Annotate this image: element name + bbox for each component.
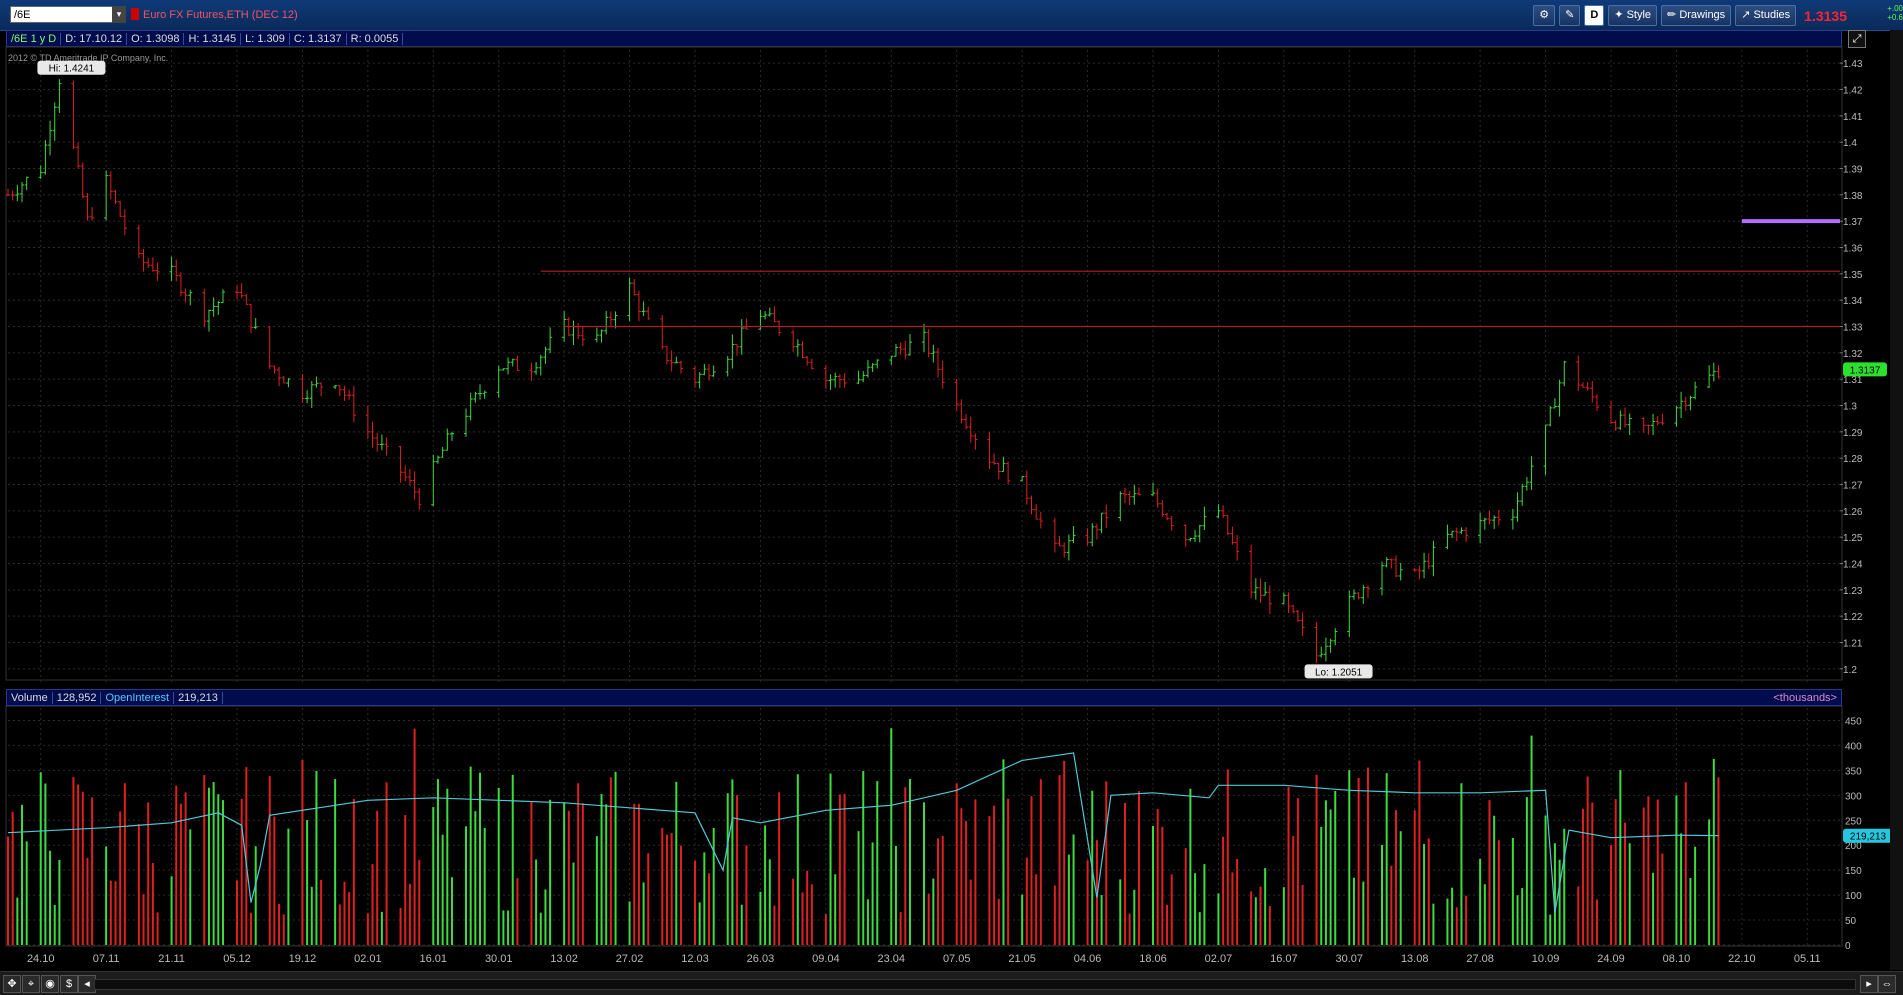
price-tick-label: 1.24 [1843,560,1863,571]
volume-value: 128,952 [53,691,102,704]
low-label: Lo: 1.2051 [1304,664,1373,679]
price-tick-label: 1.39 [1843,165,1863,176]
current-oi-label-text: 219,213 [1850,832,1887,843]
volume-tick-label: 0 [1845,941,1851,952]
price-tick-label: 1.3 [1843,402,1857,413]
x-tick-label: 30.01 [485,953,513,965]
price-tick-label: 1.33 [1843,323,1863,334]
x-tick-label: 21.05 [1008,953,1036,965]
price-tick-label: 1.43 [1843,59,1863,70]
price-tick-label: 1.22 [1843,612,1863,623]
price-tick-label: 1.23 [1843,586,1863,597]
current-oi-label: 219,213 [1843,828,1890,843]
volume-tick-label: 450 [1845,716,1862,727]
price-tick-label: 1.32 [1843,349,1863,360]
x-tick-label: 27.02 [616,953,644,965]
price-tick-label: 1.21 [1843,639,1863,650]
x-tick-label: 16.01 [420,953,448,965]
x-tick-label: 27.08 [1466,953,1494,965]
right-edge-panel [1890,30,1903,970]
price-tick-label: 1.34 [1843,296,1863,307]
price-tick-label: 1.31 [1843,375,1863,386]
pan-icon[interactable]: ✥ [3,975,21,993]
price-tick-label: 1.26 [1843,507,1863,518]
volume-tick-label: 350 [1845,766,1862,777]
x-tick-label: 02.01 [354,953,382,965]
x-tick-label: 02.07 [1205,953,1233,965]
volume-tick-label: 150 [1845,866,1862,877]
price-tick-label: 1.42 [1843,86,1863,97]
current-price-label-text: 1.3137 [1850,365,1881,376]
price-tick-label: 1.25 [1843,533,1863,544]
price-tick-label: 1.29 [1843,428,1863,439]
open-interest-value: 219,213 [174,691,223,704]
open-interest-label[interactable]: OpenInterest [101,691,175,704]
volume-tick-label: 300 [1845,791,1862,802]
price-tick-label: 1.37 [1843,217,1863,228]
x-tick-label: 05.12 [223,953,251,965]
high-label-text: Hi: 1.4241 [49,64,95,75]
price-tick-label: 1.35 [1843,270,1863,281]
x-tick-label: 19.12 [289,953,317,965]
price-tick-label: 1.41 [1843,112,1863,123]
volume-tick-label: 250 [1845,816,1862,827]
x-tick-label: 18.06 [1139,953,1167,965]
x-tick-label: 30.07 [1336,953,1364,965]
current-price-label: 1.3137 [1843,362,1887,377]
x-tick-label: 12.03 [681,953,709,965]
volume-tick-label: 100 [1845,891,1862,902]
low-label-text: Lo: 1.2051 [1315,667,1363,678]
x-tick-label: 23.04 [878,953,906,965]
high-label: Hi: 1.4241 [37,60,106,75]
volume-label[interactable]: Volume [7,691,53,704]
x-tick-label: 21.11 [158,953,185,965]
x-tick-label: 13.02 [550,953,578,965]
x-tick-label: 16.07 [1270,953,1298,965]
x-tick-label: 09.04 [812,953,840,965]
x-tick-label: 08.10 [1663,953,1691,965]
price-tick-label: 1.28 [1843,454,1863,465]
volume-info-bar: Volume 128,952 OpenInterest 219,213 <tho… [6,689,1842,706]
bottom-toolbar: ✥ ⌖ ◉ $ ◂ ▸ ⇔ [0,971,1903,995]
scroll-right-icon[interactable]: ▸ [1860,975,1878,993]
price-tick-label: 1.4 [1843,138,1857,149]
x-tick-label: 26.03 [747,953,775,965]
price-tick-label: 1.27 [1843,481,1863,492]
volume-tick-label: 400 [1845,741,1862,752]
volume-tick-label: 50 [1845,916,1857,927]
expand-time-icon[interactable]: ⇔ [1878,975,1896,993]
x-tick-label: 07.11 [93,953,120,965]
crosshair-icon[interactable]: ⌖ [22,975,40,993]
x-tick-label: 24.10 [27,953,55,965]
horizontal-scrollbar[interactable] [94,979,1856,990]
dollar-icon[interactable]: $ [60,975,78,993]
x-tick-label: 10.09 [1532,953,1560,965]
x-tick-label: 24.09 [1597,953,1625,965]
x-tick-label: 22.10 [1728,953,1756,965]
x-tick-label: 04.06 [1074,953,1102,965]
volume-tick-label: 200 [1845,841,1862,852]
price-tick-label: 1.38 [1843,191,1863,202]
x-tick-label: 13.08 [1401,953,1429,965]
price-volume-chart[interactable]: 24.10 07.11 21.11 05.12 19.12 02.01 16.01 30.01… [0,0,1890,971]
price-tick-label: 1.2 [1843,665,1857,676]
volume-units: <thousands> [1773,691,1837,704]
x-tick-label: 05.11 [1794,953,1821,965]
x-tick-label: 07.05 [943,953,971,965]
zoom-icon[interactable]: ◉ [41,975,59,993]
price-tick-label: 1.36 [1843,244,1863,255]
